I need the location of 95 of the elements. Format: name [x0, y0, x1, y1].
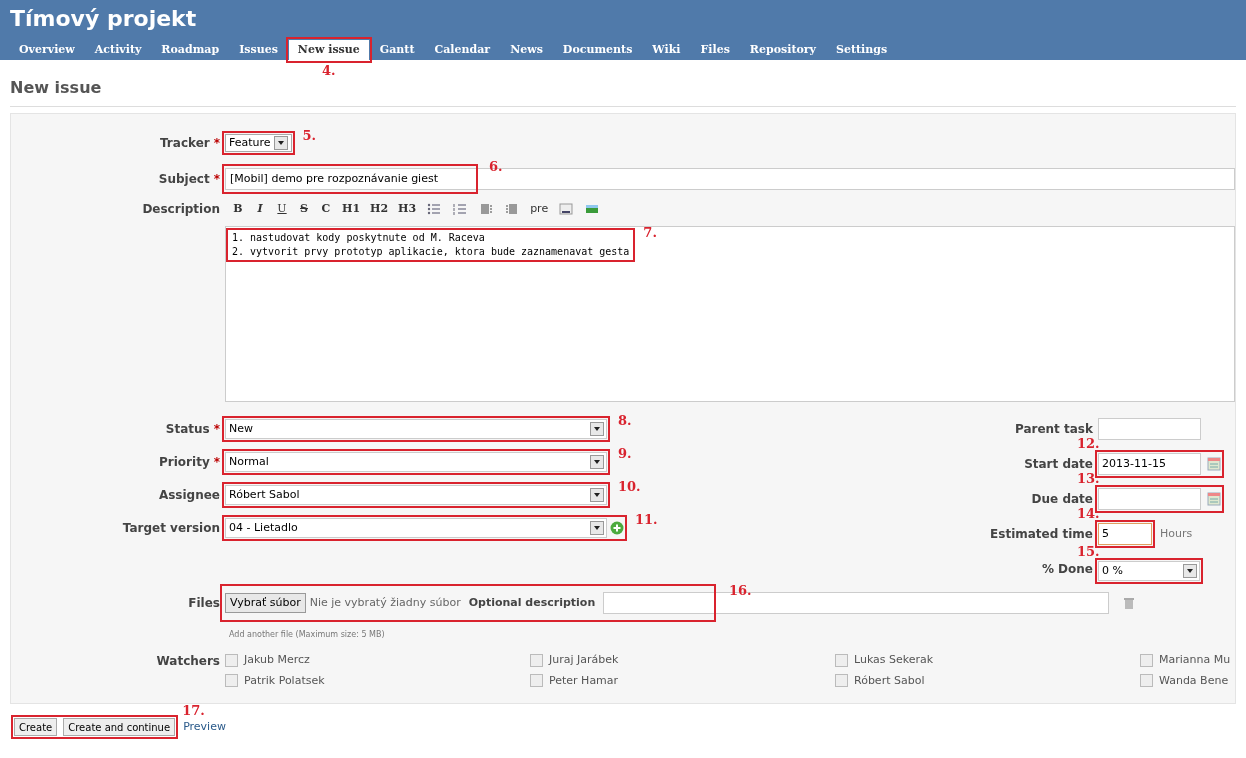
nav-tab[interactable]: Settings — [827, 40, 897, 60]
nav-tab[interactable]: Activity — [85, 40, 151, 60]
watcher-name: Juraj Jarábek — [549, 652, 619, 668]
description-text: 1. nastudovat kody poskytnute od M. Raceva 2. vytvorit prvy prototyp aplikacie, ktora bude zaznamenavat gesta — [231, 231, 631, 259]
checkbox[interactable] — [835, 674, 848, 688]
callout-number: 12. — [1077, 437, 1100, 450]
nav-tab[interactable]: Calendar — [425, 40, 500, 60]
watcher-name: Lukas Sekerak — [854, 652, 934, 668]
tracker-select[interactable]: Feature — [225, 134, 292, 152]
nav-tab[interactable]: Overview — [10, 40, 84, 60]
field-label: Estimated time — [990, 526, 1093, 543]
checkbox[interactable] — [530, 674, 543, 688]
watcher-name: Róbert Sabol — [854, 672, 925, 689]
parent-task-field[interactable] — [1098, 418, 1201, 440]
nav-tab[interactable]: Files — [691, 40, 739, 60]
field-label: Files — [188, 595, 220, 612]
field-label: Optional description — [468, 594, 596, 611]
trash-icon[interactable] — [1123, 596, 1135, 610]
form-button[interactable]: Create — [14, 718, 58, 736]
nav-tab[interactable]: Repository — [740, 40, 825, 60]
file-size-hint: Add another file (Maximum size: 5 MB) — [229, 630, 385, 639]
calendar-icon[interactable] — [1207, 457, 1221, 471]
toolbar-button[interactable]: B — [229, 200, 247, 218]
field-label: Due date — [1031, 491, 1093, 508]
watcher-name: Peter Hamar — [549, 672, 619, 689]
checkbox[interactable] — [225, 674, 238, 688]
callout-number: 11. — [635, 513, 658, 526]
nav-tab[interactable]: Documents — [553, 40, 642, 60]
form-button[interactable]: Create and continue — [63, 718, 176, 736]
callout-number: 13. — [1077, 472, 1100, 485]
field-label: Assignee — [158, 487, 220, 504]
callout-number: 14. — [1077, 507, 1100, 520]
toolbar-button[interactable]: U — [273, 200, 291, 218]
nav-tab[interactable]: Gantt — [370, 40, 424, 60]
callout-number: 16. — [729, 584, 752, 597]
watcher-name: Marianna Mu — [1159, 652, 1231, 668]
required-mark: * — [213, 454, 220, 471]
field-label: Parent task — [1014, 421, 1093, 438]
required-mark: * — [213, 421, 220, 438]
field-label: Priority — [159, 454, 210, 471]
field-label: Tracker — [160, 135, 210, 152]
estimated-time-field[interactable]: 5 — [1098, 523, 1152, 545]
dropdown-select[interactable]: New — [225, 419, 607, 439]
field-label: Watchers — [156, 653, 220, 670]
choose-file-button[interactable]: Vybrať súbor — [225, 593, 306, 613]
file-status-text: Nie je vybratý žiadny súbor — [309, 594, 461, 611]
field-label: Target version — [122, 520, 220, 537]
date-field[interactable] — [1098, 488, 1201, 510]
calendar-icon[interactable] — [1207, 492, 1221, 506]
nav-tab[interactable]: New issue — [288, 40, 369, 60]
nav-tab[interactable]: Issues — [230, 40, 287, 60]
field-label: Description — [142, 201, 220, 218]
watcher-name: Jakub Mercz — [244, 652, 310, 668]
toolbar-button[interactable]: pre — [527, 200, 552, 218]
callout-number: 9. — [618, 447, 632, 460]
checkbox[interactable] — [530, 653, 543, 667]
callout-number: 4. — [322, 64, 336, 77]
nav-tab[interactable]: News — [501, 40, 552, 60]
callout-number: 10. — [618, 480, 641, 493]
dropdown-select[interactable]: Róbert Sabol — [225, 485, 607, 505]
toolbar-button[interactable]: H1 — [339, 200, 364, 218]
required-mark: * — [213, 171, 220, 188]
callout-number: 15. — [1077, 545, 1100, 559]
project-title: Tímový projekt — [10, 5, 198, 33]
callout-number: 17. — [182, 704, 205, 717]
toolbar-button[interactable]: H3 — [395, 200, 420, 218]
preview-link[interactable]: Preview — [183, 718, 226, 736]
toolbar-button[interactable]: S — [295, 200, 313, 218]
watcher-name: Patrik Polatsek — [244, 672, 325, 689]
callout-number: 7. — [643, 226, 657, 239]
toolbar-button[interactable]: I — [251, 200, 269, 218]
watcher-name: Wanda Bene — [1159, 672, 1229, 689]
dropdown-select[interactable]: Normal — [225, 452, 607, 472]
unit-label: Hours — [1160, 525, 1193, 542]
page-title: New issue — [10, 76, 1236, 107]
date-field[interactable]: 2013-11-15 — [1098, 453, 1201, 475]
nav-tab[interactable]: Roadmap — [152, 40, 229, 60]
checkbox[interactable] — [1140, 653, 1153, 667]
field-label: Subject — [158, 171, 210, 188]
callout-number: 5. — [302, 129, 317, 142]
checkbox[interactable] — [1140, 674, 1153, 688]
description-field[interactable]: 1. nastudovat kody poskytnute od M. Raceva 2. vytvorit prvy prototyp aplikacie, ktora bude zaznamenavat gesta 7. — [225, 226, 1235, 402]
toolbar-button[interactable]: H2 — [367, 200, 392, 218]
field-label: Start date — [1024, 456, 1093, 473]
dropdown-select[interactable]: 04 - Lietadlo — [225, 518, 607, 538]
nav-tab[interactable]: Wiki — [643, 40, 690, 60]
field-label: % Done — [1041, 561, 1093, 578]
field-label: Status — [165, 421, 210, 438]
callout-number: 8. — [618, 414, 632, 427]
required-mark: * — [213, 135, 220, 152]
add-icon[interactable] — [610, 521, 624, 535]
dropdown-select[interactable]: 0 % — [1098, 561, 1200, 582]
toolbar-button[interactable]: C — [317, 200, 335, 218]
checkbox[interactable] — [225, 653, 238, 667]
checkbox[interactable] — [835, 653, 848, 667]
